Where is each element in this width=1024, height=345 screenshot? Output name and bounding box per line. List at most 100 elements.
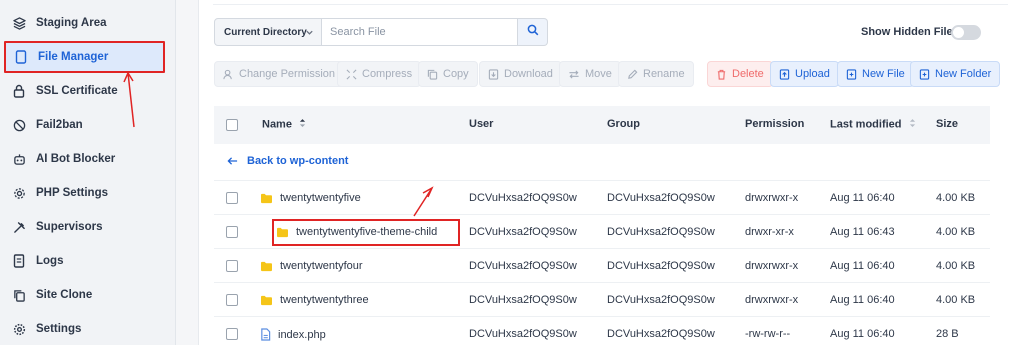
sidebar: Staging Area File Manager SSL Certificat… [0,0,176,345]
sidebar-item-fail2ban[interactable]: Fail2ban [4,109,165,141]
cell-modified: Aug 11 06:43 [830,226,895,238]
move-label: Move [585,68,612,80]
table-header: Name User Group Permission Last modified… [214,106,990,144]
folder-icon [260,193,273,204]
upload-button[interactable]: Upload [770,61,839,87]
search-icon [527,23,539,41]
sidebar-item-label: Staging Area [36,17,107,29]
rename-label: Rename [643,68,685,80]
directory-scope-select[interactable]: Current Directory [214,18,322,46]
column-last-modified-label: Last modified [830,118,902,131]
sidebar-item-settings[interactable]: Settings [4,313,165,345]
download-button[interactable]: Download [479,61,562,87]
toggle-knob [953,27,964,38]
sidebar-item-php-settings[interactable]: PHP Settings [4,177,165,209]
download-label: Download [504,68,553,80]
sidebar-item-label: Site Clone [36,289,93,301]
select-all-checkbox[interactable] [226,119,238,131]
file-name-label: index.php [278,328,326,341]
chevron-down-icon [305,28,314,40]
layers-icon [12,16,26,30]
back-to-parent-link[interactable]: Back to wp-content [227,155,348,167]
row-checkbox[interactable] [226,260,238,272]
new-folder-icon [919,68,930,80]
column-size-header: Size [936,118,959,130]
column-name-label: Name [262,118,292,131]
file-icon [14,50,28,64]
new-file-icon [846,68,857,80]
row-checkbox[interactable] [226,226,238,238]
sidebar-item-label: Logs [36,255,64,267]
table-row[interactable]: twentytwentythree DCVuHxsa2fOQ9S0w DCVuH… [214,282,990,316]
search-button[interactable] [518,18,548,46]
cell-permission: -rw-rw-r-- [745,328,791,340]
column-last-modified-header[interactable]: Last modified [830,118,916,131]
sidebar-item-label: SSL Certificate [36,85,118,97]
php-file-icon [260,328,271,341]
sidebar-item-ai-bot-blocker[interactable]: AI Bot Blocker [4,143,165,175]
trash-icon [716,69,727,80]
cell-size: 4.00 KB [936,192,976,204]
cell-size: 28 B [936,328,959,340]
sidebar-item-logs[interactable]: Logs [4,245,165,277]
copy-button[interactable]: Copy [418,61,478,87]
file-name-label: twentytwentythree [280,294,369,306]
rename-button[interactable]: Rename [618,61,694,87]
file-name-label: twentytwentyfive [280,192,361,204]
gear-icon [12,186,26,200]
search-input[interactable]: Search File [322,18,518,46]
file-name[interactable]: index.php [260,328,326,341]
sidebar-item-staging-area[interactable]: Staging Area [4,7,165,39]
file-name[interactable]: twentytwentyfour [260,260,363,272]
move-button[interactable]: Move [559,61,621,87]
pencil-icon [627,69,638,80]
folder-icon [260,261,273,272]
lock-icon [12,84,26,98]
compress-icon [346,69,357,80]
show-hidden-files-toggle[interactable] [951,25,981,40]
cell-permission: drwxr-xr-x [745,226,794,238]
table-row[interactable]: twentytwentyfour DCVuHxsa2fOQ9S0w DCVuHx… [214,248,990,282]
row-checkbox[interactable] [226,294,238,306]
cell-permission: drwxrwxr-x [745,192,799,204]
new-file-button[interactable]: New File [837,61,914,87]
cell-permission: drwxrwxr-x [745,260,799,272]
table-row[interactable]: twentytwentyfive DCVuHxsa2fOQ9S0w DCVuHx… [214,180,990,214]
sidebar-item-label: Fail2ban [36,119,83,131]
file-name[interactable]: twentytwentyfive-theme-child [276,226,437,238]
log-file-icon [12,254,26,268]
file-name[interactable]: twentytwentythree [260,294,369,306]
table-row[interactable]: index.php DCVuHxsa2fOQ9S0w DCVuHxsa2fOQ9… [214,316,990,345]
column-permission-header: Permission [745,118,805,130]
table-row[interactable]: twentytwentyfive-theme-child DCVuHxsa2fO… [214,214,990,248]
column-group-header: Group [607,118,640,130]
new-file-label: New File [862,68,905,80]
sidebar-item-label: File Manager [38,51,109,63]
back-link-label: Back to wp-content [247,155,349,167]
compress-button[interactable]: Compress [337,61,422,87]
sidebar-item-label: Supervisors [36,221,103,233]
settings-icon [12,322,26,336]
new-folder-button[interactable]: New Folder [910,61,1001,87]
cell-modified: Aug 11 06:40 [830,192,895,204]
file-name-label: twentytwentyfour [280,260,363,272]
cell-group: DCVuHxsa2fOQ9S0w [607,328,715,340]
cell-modified: Aug 11 06:40 [830,294,895,306]
sidebar-item-supervisors[interactable]: Supervisors [4,211,165,243]
change-permission-button[interactable]: Change Permission [214,61,344,87]
search-placeholder: Search File [330,26,386,38]
compress-label: Compress [362,68,413,80]
sort-icon [909,118,916,131]
sidebar-item-site-clone[interactable]: Site Clone [4,279,165,311]
delete-button[interactable]: Delete [707,61,773,87]
column-name-header[interactable]: Name [262,118,306,131]
copy-label: Copy [443,68,469,80]
sidebar-item-ssl-certificate[interactable]: SSL Certificate [4,75,165,107]
cell-size: 4.00 KB [936,260,976,272]
sidebar-item-file-manager[interactable]: File Manager [4,41,165,73]
copy-icon [427,69,438,80]
divider [213,4,1008,5]
row-checkbox[interactable] [226,328,238,340]
file-name[interactable]: twentytwentyfive [260,192,361,204]
row-checkbox[interactable] [226,192,238,204]
